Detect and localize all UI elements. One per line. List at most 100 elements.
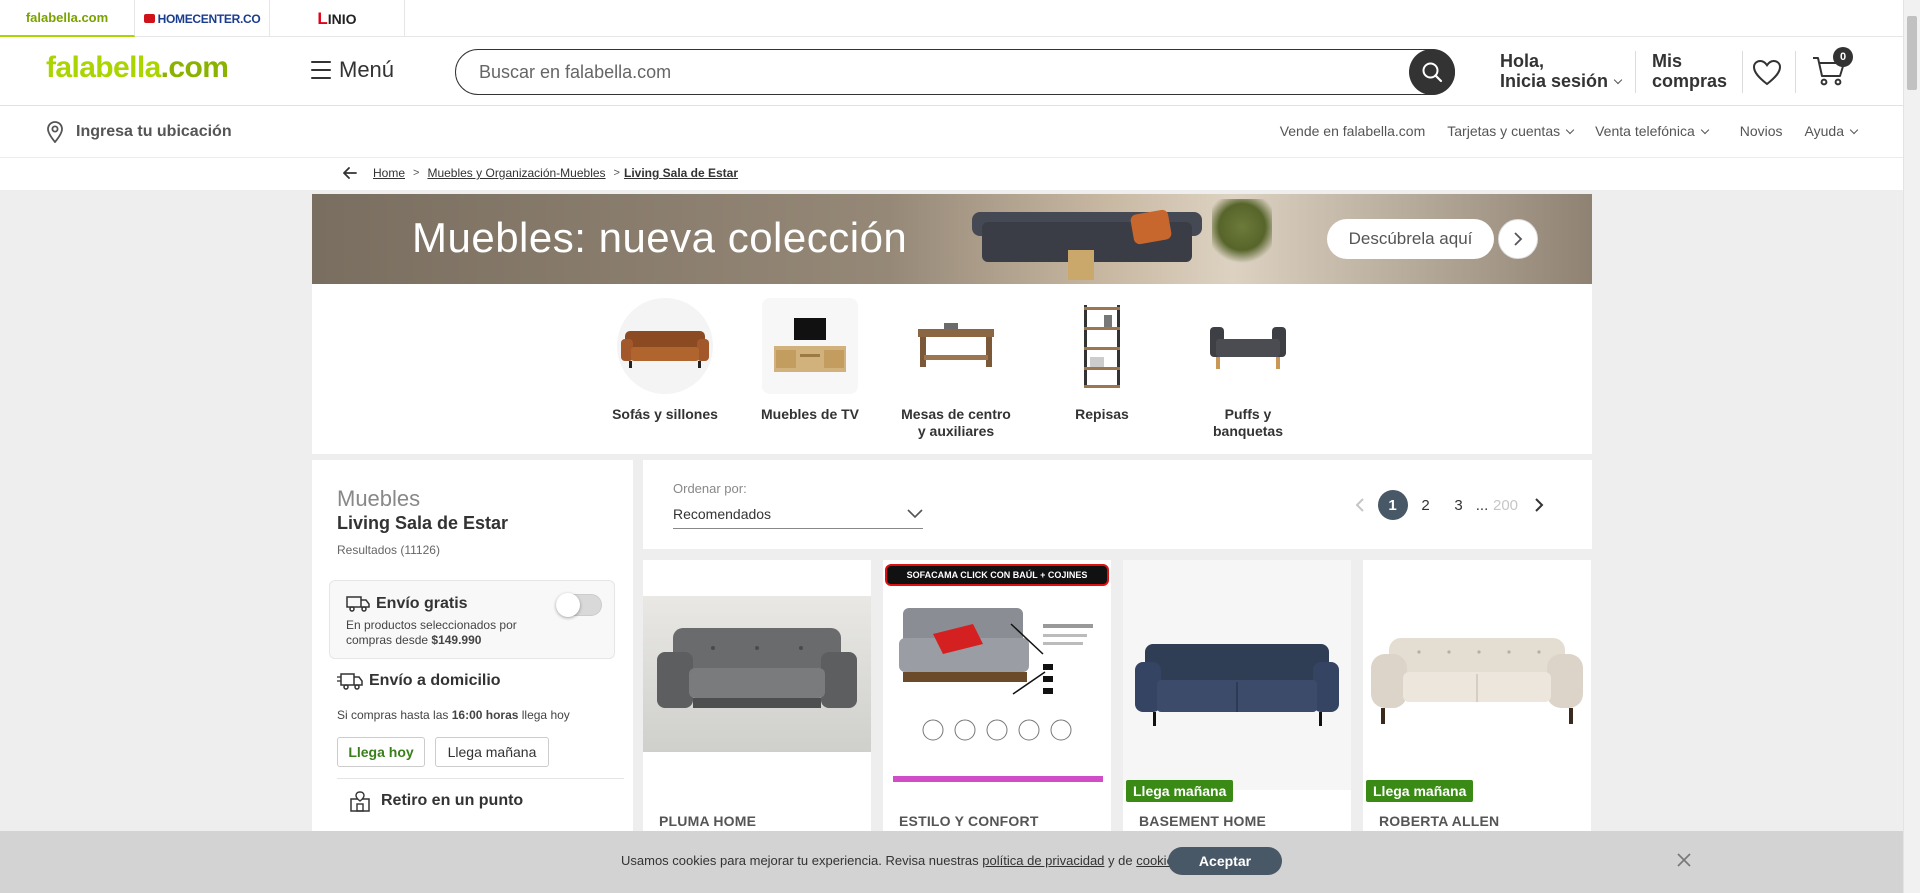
menu-button[interactable]: Menú	[311, 57, 394, 83]
login-text: Inicia sesión	[1500, 71, 1609, 91]
chevron-right-icon	[1514, 232, 1523, 246]
product-image-banner-text: SOFACAMA CLICK CON BAÚL + COJINES	[885, 564, 1109, 586]
heart-icon	[1752, 59, 1782, 86]
free-shipping-amount: $149.990	[431, 633, 482, 647]
page-button-3[interactable]: 3	[1442, 490, 1475, 520]
scrollbar-thumb[interactable]	[1907, 16, 1917, 90]
page-button-1[interactable]: 1	[1376, 490, 1409, 520]
breadcrumb-current[interactable]: Living Sala de Estar	[624, 166, 738, 180]
brand-strip: falabella.com HOMECENTER.CO L INIO	[0, 0, 1903, 37]
chevron-down-icon	[907, 508, 923, 518]
free-shipping-desc-prefix: compras desde	[346, 633, 432, 647]
search-icon	[1422, 62, 1443, 83]
home-delivery-cutoff-time: 16:00 horas	[451, 708, 519, 722]
arrives-tomorrow-chip[interactable]: Llega mañana	[435, 737, 549, 767]
breadcrumb-muebles[interactable]: Muebles y Organización-Muebles	[427, 166, 605, 180]
toggle-knob	[556, 593, 580, 617]
chevron-left-icon	[1355, 498, 1364, 512]
location-label: Ingresa tu ubicación	[76, 123, 232, 140]
search-input[interactable]	[479, 60, 1359, 84]
tv-stand-icon	[762, 298, 858, 394]
home-delivery-desc-prefix: Si compras hasta las	[337, 708, 452, 722]
close-icon[interactable]	[1676, 852, 1692, 868]
my-orders-link[interactable]: Mis compras	[1652, 51, 1727, 91]
chevron-right-icon	[1534, 498, 1543, 512]
homecenter-logo-icon	[143, 14, 155, 23]
main-header: falabella.com Menú Hola, Inicia sesión M…	[0, 37, 1903, 106]
product-image	[1123, 560, 1351, 790]
nav-phone-sales[interactable]: Venta telefónica	[1595, 123, 1709, 139]
cookie-text-middle: y de	[1104, 853, 1137, 868]
category-puffs[interactable]: Puffs y banquetas	[1178, 298, 1318, 440]
banner-next-button[interactable]	[1498, 219, 1538, 259]
promo-banner[interactable]: Muebles: nueva colección Descúbrela aquí	[312, 194, 1592, 284]
login-menu[interactable]: Hola, Inicia sesión	[1500, 51, 1623, 91]
banner-cta-button[interactable]: Descúbrela aquí	[1327, 219, 1494, 259]
page-number: 3	[1454, 496, 1463, 514]
divider	[1795, 51, 1796, 93]
nav-help[interactable]: Ayuda	[1804, 123, 1859, 139]
banner-plant-image	[1212, 199, 1272, 269]
pickup-title: Retiro en un punto	[381, 792, 524, 809]
category-tv-stands[interactable]: Muebles de TV	[740, 298, 880, 423]
arrives-tomorrow-badge: Llega mañana	[1126, 780, 1234, 802]
product-brand: PLUMA HOME	[659, 813, 757, 829]
category-label: Repisas	[1075, 406, 1129, 422]
sort-and-pagination-bar: Ordenar por: Recomendados 1 2 3 ... 200	[643, 460, 1592, 549]
next-page-button[interactable]	[1522, 490, 1555, 520]
arrives-tomorrow-badge: Llega mañana	[1366, 780, 1474, 802]
category-carousel: Sofás y sillones Muebles de TV Mesas de …	[312, 284, 1592, 454]
divider	[337, 778, 624, 779]
pagination: 1 2 3 ... 200	[1343, 490, 1555, 520]
page-button-last[interactable]: 200	[1489, 490, 1522, 520]
prev-page-button[interactable]	[1343, 490, 1376, 520]
product-image: SOFACAMA CLICK CON BAÚL + COJINES	[883, 560, 1111, 790]
shelf-icon	[1054, 298, 1150, 394]
chevron-down-icon	[1700, 125, 1709, 134]
category-coffee-tables[interactable]: Mesas de centro y auxiliares	[886, 298, 1026, 440]
back-arrow-icon[interactable]	[343, 167, 357, 179]
brand-tab-homecenter[interactable]: HOMECENTER.CO	[135, 0, 270, 37]
product-brand: BASEMENT HOME	[1139, 813, 1267, 829]
category-label-line1: Mesas de centro	[901, 406, 1011, 422]
nav-novios[interactable]: Novios	[1740, 123, 1783, 139]
orders-line1: Mis	[1652, 51, 1683, 71]
falabella-logo[interactable]: falabella.com	[46, 51, 229, 85]
secondary-nav: Ingresa tu ubicación Vende en falabella.…	[0, 106, 1903, 158]
arrives-today-chip[interactable]: Llega hoy	[337, 737, 425, 767]
free-shipping-desc-line1: En productos seleccionados por	[346, 618, 517, 632]
store-pickup-icon	[350, 791, 370, 812]
wishlist-button[interactable]	[1752, 59, 1782, 91]
category-shelves[interactable]: Repisas	[1032, 298, 1172, 423]
brand-tab-linio[interactable]: L INIO	[270, 0, 405, 37]
cookie-banner: Usamos cookies para mejorar tu experienc…	[0, 831, 1903, 893]
location-selector[interactable]: Ingresa tu ubicación	[46, 121, 232, 143]
nav-sell[interactable]: Vende en falabella.com	[1280, 123, 1426, 139]
logo-main-text: falabella	[46, 51, 161, 84]
category-sofas[interactable]: Sofás y sillones	[595, 298, 735, 423]
category-label: Muebles de TV	[760, 406, 860, 422]
pickup-filter[interactable]: Retiro en un punto	[349, 790, 523, 817]
search-button[interactable]	[1409, 49, 1455, 95]
privacy-policy-link[interactable]: política de privacidad	[982, 853, 1104, 868]
page-button-2[interactable]: 2	[1409, 490, 1442, 520]
category-label-line2: banquetas	[1212, 423, 1283, 439]
page-number: 1	[1377, 490, 1408, 520]
divider	[1742, 51, 1743, 93]
brand-tab-homecenter-label: HOMECENTER.CO	[157, 11, 261, 26]
sort-select[interactable]: Recomendados	[673, 501, 923, 529]
category-label: Sofás y sillones	[612, 406, 718, 422]
sort-label: Ordenar por:	[673, 481, 747, 496]
breadcrumb-home[interactable]: Home	[373, 166, 405, 180]
nav-help-label: Ayuda	[1804, 123, 1844, 139]
page-number: 2	[1421, 496, 1430, 514]
brand-tab-linio-label: INIO	[327, 10, 357, 27]
menu-label: Menú	[339, 57, 395, 82]
free-shipping-toggle[interactable]	[556, 593, 602, 617]
accept-cookies-button[interactable]: Aceptar	[1168, 847, 1282, 875]
page-scrollbar[interactable]	[1903, 0, 1920, 893]
breadcrumb-separator: >	[413, 167, 420, 179]
sidebar-subcategory-title: Living Sala de Estar	[337, 513, 509, 533]
nav-cards[interactable]: Tarjetas y cuentas	[1447, 123, 1575, 139]
brand-tab-falabella[interactable]: falabella.com	[0, 0, 135, 37]
